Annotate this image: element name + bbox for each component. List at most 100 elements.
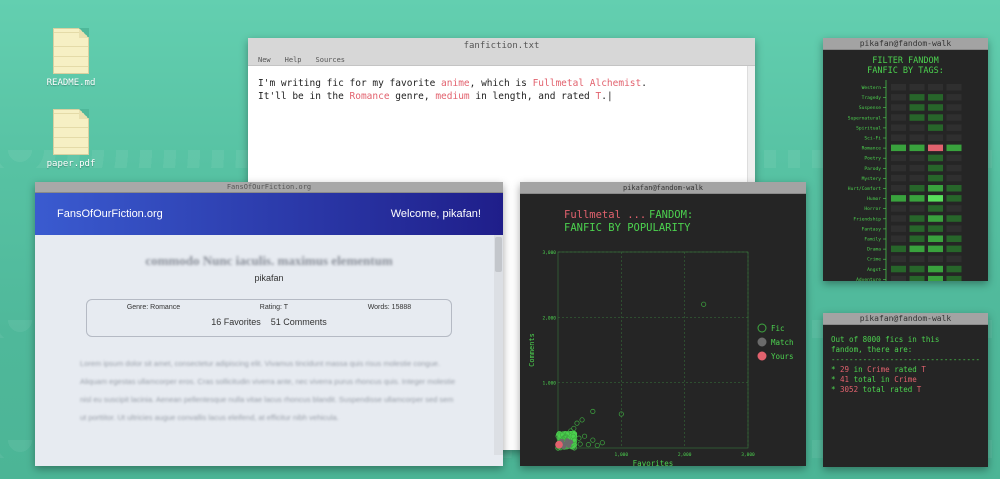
tag-label: Spiritual <box>856 125 881 131</box>
heatmap-cell <box>909 215 925 222</box>
heatmap-cell <box>891 164 906 172</box>
tag-label: Fantasy <box>862 226 882 232</box>
heatmap-cell <box>909 164 925 172</box>
tag-label: Western <box>862 85 882 91</box>
stats-item: * 3052 total rated T <box>831 385 980 395</box>
heatmap-cell <box>891 255 906 263</box>
heatmap-cell <box>928 154 943 162</box>
fic-point <box>701 301 707 307</box>
editor-line-1: I'm writing fic for my favorite anime, w… <box>258 78 745 91</box>
heatmap-cell <box>909 94 925 101</box>
legend-label: Match <box>771 338 794 347</box>
legend-label: Yours <box>771 352 794 361</box>
heatmap-cell <box>946 164 962 172</box>
heatmap-cell <box>946 84 962 91</box>
tag-label: Romance <box>862 146 882 152</box>
heatmap-cell <box>891 114 906 121</box>
length-token: medium <box>435 90 470 102</box>
tag-label: Adventure <box>856 277 881 281</box>
stats-window[interactable]: pikafan@fandom-walk Out of 8000 fics in … <box>823 313 988 467</box>
match-point <box>566 442 572 448</box>
tag-label: Drama <box>867 247 881 253</box>
stats-line-2: fandom, there are: <box>831 345 913 354</box>
heatmap-cell <box>946 154 962 162</box>
fic-body-text: Lorem ipsum dolor sit amet, consectetur … <box>80 359 456 422</box>
heatmap-cell <box>891 205 906 212</box>
tag-label: Supernatural <box>848 115 881 121</box>
heatmap-cell <box>909 144 925 152</box>
fic-point <box>574 420 580 426</box>
heatmap-cell <box>909 124 925 131</box>
editor-textarea[interactable]: I'm writing fic for my favorite anime, w… <box>248 66 755 115</box>
fic-author[interactable]: pikafan <box>80 273 458 283</box>
text-segment: rated <box>889 365 922 374</box>
fic-comments: 51 Comments <box>270 317 327 327</box>
stat-rating: T <box>921 365 926 374</box>
x-tick-label: 3,000 <box>741 452 755 458</box>
fic-point <box>576 435 582 441</box>
heatmap-cell <box>946 255 962 263</box>
heatmap-cell <box>909 235 925 242</box>
browser-window[interactable]: FansOfOurFiction.org FansOfOurFiction.or… <box>35 182 503 466</box>
heatmap-cell <box>946 195 962 202</box>
media-type-token: anime <box>441 78 470 89</box>
heatmap-cell <box>909 265 925 273</box>
heatmap-cell <box>909 275 925 283</box>
heatmap-cell <box>946 174 962 182</box>
heatmap-cell <box>891 195 906 202</box>
desktop-icon-label: README.md <box>46 78 96 88</box>
heatmap-cell <box>946 94 962 101</box>
editor-title: fanfiction.txt <box>248 38 755 54</box>
text-file-icon <box>53 28 89 74</box>
chart-title-fandom: Fullmetal ... <box>564 209 646 221</box>
x-tick-label: 1,000 <box>615 452 629 458</box>
stat-count: 3052 <box>840 385 859 394</box>
heat-window-title: pikafan@fandom-walk <box>823 38 988 50</box>
heatmap-cell <box>891 245 906 253</box>
stat-tag: Crime <box>867 365 890 374</box>
bullet: * <box>831 365 841 374</box>
tag-heatmap[interactable]: Western Tragedy Suspense Supernatural Spirit… <box>823 76 988 298</box>
heatmap-cell <box>946 205 962 212</box>
site-body: commodo Nunc iaculis. maximus elementum … <box>35 253 503 479</box>
y-axis-label: Comments <box>528 333 536 367</box>
fic-point <box>555 433 561 439</box>
heatmap-cell <box>891 215 906 222</box>
plot-frame <box>557 251 749 449</box>
site-logo[interactable]: FansOfOurFiction.org <box>57 208 163 220</box>
tag-label: Crime <box>867 257 881 263</box>
text-segment: . <box>641 78 647 89</box>
welcome-text[interactable]: Welcome, pikafan! <box>391 208 481 220</box>
tag-label: Poetry <box>864 156 881 162</box>
browser-scrollbar[interactable] <box>494 235 503 455</box>
heatmap-cell <box>909 114 925 121</box>
menu-help[interactable]: Help <box>285 56 302 64</box>
heatmap-cell <box>909 185 925 192</box>
heatmap-cell <box>909 225 925 232</box>
heatmap-cell <box>891 134 906 141</box>
scatter-window[interactable]: pikafan@fandom-walk Fullmetal ... FANDOM… <box>520 182 806 468</box>
tag-filter-window[interactable]: pikafan@fandom-walk FILTER FANDOM FANFIC… <box>823 38 988 298</box>
browser-title: FansOfOurFiction.org <box>35 182 503 193</box>
text-segment: , which is <box>469 78 533 89</box>
heatmap-cell <box>891 154 906 162</box>
text-segment: in <box>849 365 868 374</box>
scroll-thumb[interactable] <box>495 237 502 272</box>
fic-meta-box: Genre: Romance Rating: T Words: 15888 16… <box>86 299 452 337</box>
heatmap-cell <box>946 185 962 192</box>
bullet: * <box>831 385 841 394</box>
heatmap-cell <box>928 144 943 152</box>
menu-sources[interactable]: Sources <box>316 56 346 64</box>
desktop-icon-readme[interactable]: README.md <box>36 28 106 88</box>
fic-point <box>577 441 583 447</box>
fic-point <box>599 440 605 446</box>
stats-line-1: Out of 8000 fics in this <box>831 335 940 344</box>
menu-new[interactable]: New <box>258 56 271 64</box>
heatmap-cell <box>928 94 943 101</box>
x-axis-label: Favorites <box>633 459 674 466</box>
desktop-icon-paper[interactable]: paper.pdf <box>36 109 106 169</box>
heatmap-cell <box>909 195 925 202</box>
text-segment: total rated <box>858 385 917 394</box>
text-segment: genre, <box>389 90 436 102</box>
stat-rating: T <box>916 385 922 394</box>
